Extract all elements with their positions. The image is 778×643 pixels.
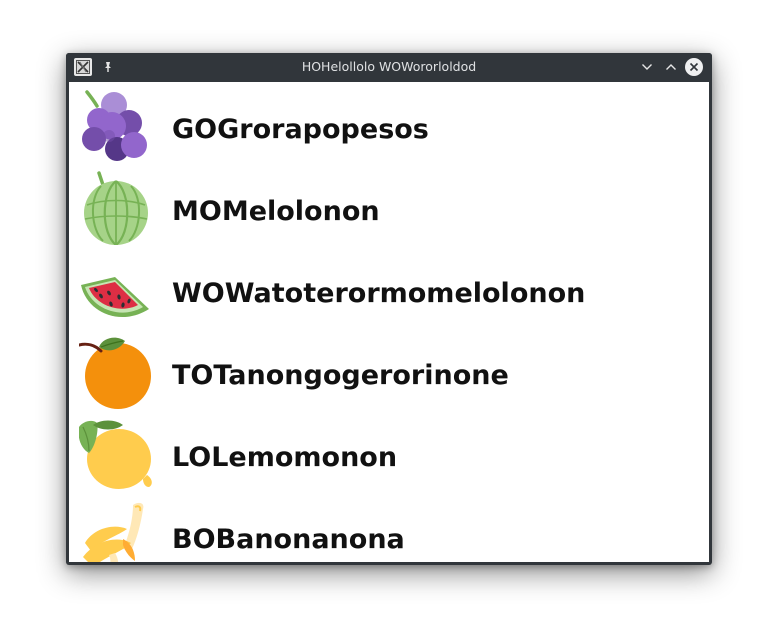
title-bar[interactable]: HOHelollolo WOWororloldod: [66, 53, 712, 81]
list-item[interactable]: WOWatoterormomelolonon: [69, 246, 709, 328]
watermelon-icon: [81, 277, 149, 318]
banana-icon: [83, 502, 144, 562]
tangerine-icon: [79, 337, 151, 409]
list-item[interactable]: LOLemomonon: [69, 410, 709, 492]
fruit-label: LOLemomonon: [172, 442, 398, 473]
grapes-icon: [82, 90, 147, 161]
fruit-label: WOWatoterormomelolonon: [172, 278, 586, 309]
desktop: HOHelollolo WOWororloldod GOGrorapopesos…: [0, 0, 778, 643]
close-icon: [689, 62, 699, 72]
app-window: HOHelollolo WOWororloldod GOGrorapopesos…: [66, 53, 712, 565]
list-item[interactable]: TOTanongogerorinone: [69, 328, 709, 410]
close-button[interactable]: [685, 58, 703, 76]
chevron-down-icon: [642, 64, 652, 70]
fruit-label: TOTanongogerorinone: [172, 360, 509, 391]
melon-icon: [84, 171, 148, 245]
list-item[interactable]: BOBanonanona: [69, 492, 709, 562]
list-item[interactable]: GOGrorapopesos: [69, 82, 709, 164]
list-item[interactable]: MOMelolonon: [69, 164, 709, 246]
chevron-up-icon: [666, 64, 676, 70]
lemon-icon: [79, 420, 152, 489]
fruit-label: MOMelolonon: [172, 196, 380, 227]
fruit-list[interactable]: GOGrorapopesos MOMelolonon WOWatoterormo…: [69, 82, 709, 562]
maximize-button[interactable]: [662, 58, 680, 76]
fruit-label: BOBanonanona: [172, 524, 405, 555]
fruit-label: GOGrorapopesos: [172, 114, 429, 145]
window-title: HOHelollolo WOWororloldod: [301, 59, 477, 74]
minimize-button[interactable]: [638, 58, 656, 76]
